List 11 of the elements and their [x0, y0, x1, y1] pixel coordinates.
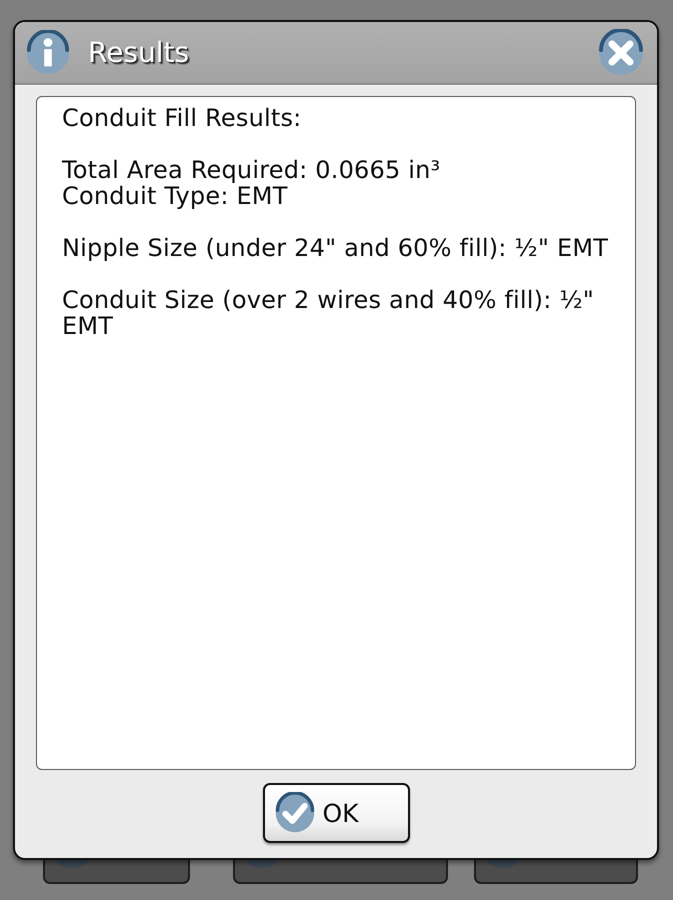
info-icon [25, 30, 71, 76]
result-text: Nipple Size (under 24" and 60% fill): ½" EMT [62, 235, 608, 261]
checkmark-icon [274, 792, 316, 834]
result-text: Conduit Size (over 2 wires and 40% fill): ½" EMT [62, 287, 596, 339]
close-icon [597, 28, 645, 76]
result-text: Total Area Required: 0.0665 in³ [62, 157, 440, 183]
result-text: Conduit Type: EMT [62, 183, 288, 209]
ok-button[interactable]: OK [262, 783, 410, 843]
close-button[interactable] [597, 28, 645, 76]
dialog-title: Results [88, 36, 190, 69]
result-text: Conduit Fill Results: [62, 105, 302, 131]
